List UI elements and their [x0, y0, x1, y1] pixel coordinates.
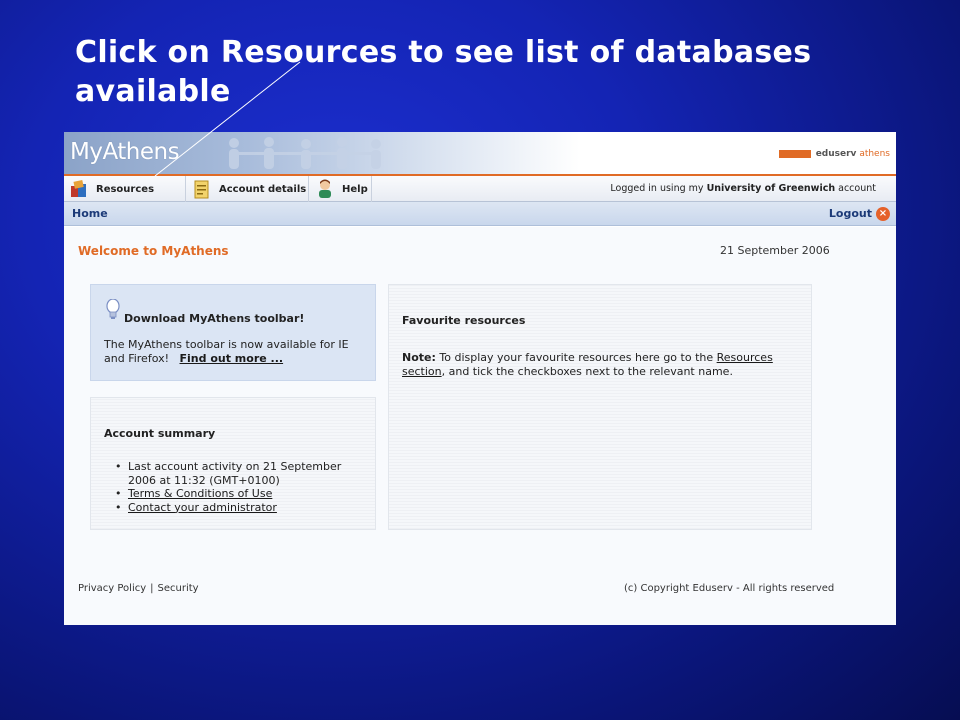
- lightbulb-icon: [106, 299, 120, 319]
- list-item: Terms & Conditions of Use: [115, 487, 369, 501]
- logged-in-suffix: account: [838, 183, 876, 194]
- find-out-more-link[interactable]: Find out more ...: [180, 352, 284, 365]
- account-summary-panel: Account summary Last account activity on…: [90, 397, 376, 530]
- slide-title: Click on Resources to see list of databa…: [75, 35, 812, 109]
- logged-in-status: Logged in using my University of Greenwi…: [610, 183, 876, 194]
- browser-screenshot: MyAthens eduserv athens Resources Accoun…: [64, 132, 896, 625]
- list-item: Last account activity on 21 September 20…: [115, 460, 369, 487]
- tab-account-details-label: Account details: [219, 183, 307, 195]
- eduserv-athens-logo: eduserv athens: [778, 149, 890, 159]
- tab-account-details[interactable]: Account details: [187, 176, 309, 202]
- copyright-text: (c) Copyright Eduserv - All rights reser…: [624, 583, 835, 594]
- banner: MyAthens eduserv athens: [64, 132, 896, 174]
- toolbar-panel-title: Download MyAthens toolbar!: [124, 312, 305, 325]
- logout-link[interactable]: Logout: [829, 207, 872, 220]
- account-details-icon: [194, 180, 209, 199]
- favourites-note: Note: To display your favourite resource…: [402, 351, 802, 379]
- toolbar-panel-text: The MyAthens toolbar is now available fo…: [104, 338, 366, 366]
- account-panel-title: Account summary: [104, 427, 216, 440]
- account-summary-list: Last account activity on 21 September 20…: [115, 460, 369, 514]
- favourites-panel-title: Favourite resources: [402, 314, 526, 327]
- partner-name: eduserv athens: [816, 149, 890, 159]
- eduserv-bar-icon: [778, 150, 811, 158]
- footer-separator: |: [150, 583, 154, 594]
- sub-navbar: Home Logout ×: [64, 202, 896, 226]
- home-link[interactable]: Home: [72, 207, 108, 220]
- note-text-end: , and tick the checkboxes next to the re…: [441, 365, 733, 378]
- people-figures-icon: [229, 137, 381, 169]
- logged-in-prefix: Logged in using my: [610, 183, 704, 194]
- logout-close-icon[interactable]: ×: [876, 207, 890, 221]
- help-icon: [319, 179, 331, 198]
- main-navbar: Resources Account details Help Logged in…: [64, 174, 896, 202]
- privacy-policy-link[interactable]: Privacy Policy: [78, 583, 146, 594]
- current-date: 21 September 2006: [720, 244, 830, 257]
- security-link[interactable]: Security: [158, 583, 199, 594]
- footer-links: Privacy Policy | Security: [78, 583, 199, 594]
- terms-link[interactable]: Terms & Conditions of Use: [128, 487, 272, 500]
- note-label: Note:: [402, 351, 436, 364]
- tab-resources[interactable]: Resources: [64, 176, 186, 202]
- favourite-resources-panel: Favourite resources Note: To display you…: [388, 284, 812, 530]
- main-content: Welcome to MyAthens 21 September 2006 Do…: [64, 227, 896, 625]
- last-activity-text: Last account activity on 21 September 20…: [128, 460, 342, 487]
- toolbar-download-panel: Download MyAthens toolbar! The MyAthens …: [90, 284, 376, 381]
- note-text: To display your favourite resources here…: [439, 351, 714, 364]
- tab-help-label: Help: [342, 183, 368, 195]
- brand-logo: MyAthens: [70, 139, 180, 165]
- partner-name-eduserv: eduserv: [815, 149, 857, 159]
- tab-resources-label: Resources: [96, 183, 155, 195]
- list-item: Contact your administrator: [115, 501, 369, 515]
- resources-icon: [71, 180, 86, 197]
- tab-help[interactable]: Help: [310, 176, 372, 202]
- partner-name-athens: athens: [859, 149, 890, 159]
- contact-admin-link[interactable]: Contact your administrator: [128, 501, 277, 514]
- institution-name: University of Greenwich: [706, 183, 836, 194]
- page-title: Welcome to MyAthens: [78, 244, 229, 258]
